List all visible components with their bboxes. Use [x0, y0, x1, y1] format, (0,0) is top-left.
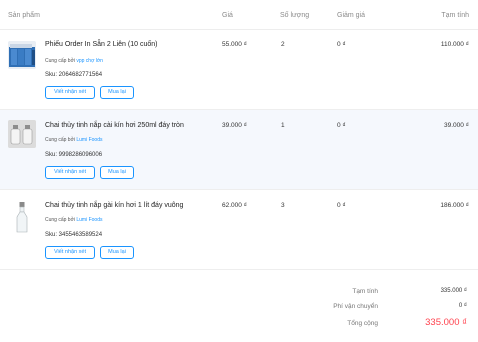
supplier-info: Cung cấp bởi vpp chợ lớn	[45, 58, 103, 64]
subtotal-cell: 186.000 ₫	[440, 202, 469, 209]
quantity-cell: 1	[281, 122, 285, 129]
table-row: Chai thủy tinh nắp gài kín hơi 1 lít đáy…	[0, 190, 478, 270]
sku-text: Sku: 3455463589524	[45, 232, 103, 238]
rebuy-button[interactable]: Mua lại	[100, 86, 134, 99]
summary-total-label: Tổng cộng	[347, 320, 378, 327]
price-cell: 39.000 ₫	[222, 122, 248, 129]
discount-cell: 0 ₫	[337, 202, 346, 209]
column-header-discount: Giảm giá	[337, 12, 366, 19]
glass-bottles-icon	[8, 120, 36, 148]
supplier-prefix: Cung cấp bởi	[45, 217, 77, 223]
discount-cell: 0 ₫	[337, 41, 346, 48]
column-header-product: Sản phẩm	[8, 12, 40, 19]
supplier-info: Cung cấp bởi Lumi Foods	[45, 137, 102, 143]
price-cell: 62.000 ₫	[222, 202, 248, 209]
summary-shipping-value: 0 ₫	[458, 303, 467, 309]
supplier-prefix: Cung cấp bởi	[45, 58, 77, 64]
write-review-button[interactable]: Viết nhận xét	[45, 246, 95, 259]
price-cell: 55.000 ₫	[222, 41, 248, 48]
quantity-cell: 2	[281, 41, 285, 48]
table-row: Phiếu Order In Sẵn 2 Liên (10 cuốn) Cung…	[0, 30, 478, 110]
sku-text: Sku: 9998286096006	[45, 152, 103, 158]
discount-cell: 0 ₫	[337, 122, 346, 129]
table-row: Chai thủy tinh nắp cài kín hơi 250ml đáy…	[0, 110, 478, 190]
supplier-prefix: Cung cấp bởi	[45, 137, 77, 143]
column-header-price: Giá	[222, 12, 233, 19]
rebuy-button[interactable]: Mua lại	[100, 166, 134, 179]
table-header: Sản phẩm Giá Số lượng Giảm giá Tạm tính	[0, 0, 478, 30]
quantity-cell: 3	[281, 202, 285, 209]
supplier-link[interactable]: Lumi Foods	[76, 217, 102, 223]
supplier-link[interactable]: Lumi Foods	[76, 137, 102, 143]
order-summary: Tạm tính 335.000 ₫ Phí vận chuyển 0 ₫ Tổ…	[0, 270, 478, 342]
column-header-quantity: Số lượng	[280, 12, 310, 19]
order-book-icon	[8, 41, 36, 69]
product-name-link[interactable]: Chai thủy tinh nắp gài kín hơi 1 lít đáy…	[45, 202, 183, 209]
glass-bottle-icon	[8, 200, 36, 234]
summary-shipping-label: Phí vận chuyển	[333, 303, 378, 310]
supplier-link[interactable]: vpp chợ lớn	[76, 58, 103, 64]
write-review-button[interactable]: Viết nhận xét	[45, 86, 95, 99]
rebuy-button[interactable]: Mua lại	[100, 246, 134, 259]
column-header-subtotal: Tạm tính	[441, 12, 469, 19]
summary-subtotal-label: Tạm tính	[352, 288, 378, 295]
summary-subtotal-value: 335.000 ₫	[440, 288, 467, 294]
sku-text: Sku: 2064682771564	[45, 72, 103, 78]
product-name-link[interactable]: Chai thủy tinh nắp cài kín hơi 250ml đáy…	[45, 122, 184, 129]
write-review-button[interactable]: Viết nhận xét	[45, 166, 95, 179]
supplier-info: Cung cấp bởi Lumi Foods	[45, 217, 102, 223]
summary-total-value: 335.000 ₫	[425, 317, 467, 328]
product-name-link[interactable]: Phiếu Order In Sẵn 2 Liên (10 cuốn)	[45, 41, 157, 48]
subtotal-cell: 110.000 ₫	[440, 41, 469, 48]
subtotal-cell: 39.000 ₫	[443, 122, 469, 129]
